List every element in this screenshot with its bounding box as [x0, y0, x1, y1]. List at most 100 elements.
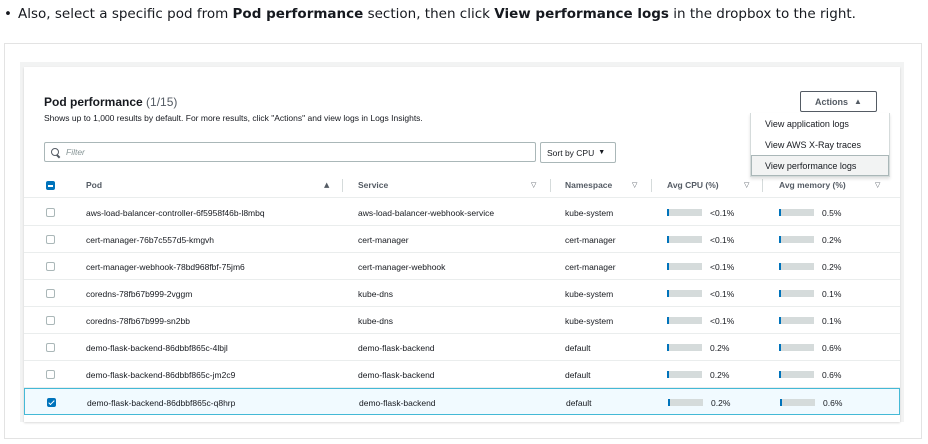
table-row[interactable]: demo-flask-backend-86dbbf865c-jm2c9 demo-…	[24, 361, 900, 388]
menu-item-view-application-logs[interactable]: View application logs	[751, 113, 889, 134]
cpu-usage-bar	[667, 290, 702, 297]
service-cell: demo-flask-backend	[358, 370, 435, 380]
instruction-bold-view-performance-logs: View performance logs	[494, 6, 669, 22]
memory-usage-fill	[779, 209, 781, 216]
table-row[interactable]: demo-flask-backend-86dbbf865c-4lbjl demo-…	[24, 334, 900, 361]
cpu-usage-bar	[668, 399, 703, 406]
memory-usage-fill	[780, 399, 782, 406]
memory-usage-fill	[779, 344, 781, 351]
cpu-usage-fill	[667, 209, 669, 216]
service-cell: demo-flask-backend	[358, 343, 435, 353]
row-checkbox[interactable]	[46, 289, 55, 298]
cpu-usage-fill	[667, 263, 669, 270]
cpu-usage-fill	[667, 236, 669, 243]
sort-icon[interactable]: ▽	[632, 181, 637, 189]
filter-input[interactable]	[66, 147, 506, 157]
service-cell: kube-dns	[358, 289, 393, 299]
service-cell: demo-flask-backend	[359, 398, 436, 408]
row-checkbox[interactable]	[46, 208, 55, 217]
pod-name-cell: coredns-78fb67b999-2vggm	[86, 289, 193, 299]
cpu-usage-fill	[667, 371, 669, 378]
cpu-usage-bar	[667, 371, 702, 378]
avg-cpu-cell: <0.1%	[710, 289, 735, 299]
namespace-cell: default	[566, 398, 592, 408]
cpu-usage-fill	[667, 317, 669, 324]
caret-up-icon: ▲	[854, 97, 862, 106]
table-row[interactable]: demo-flask-backend-86dbbf865c-q8hrp demo-…	[24, 388, 900, 415]
pod-name-cell: demo-flask-backend-86dbbf865c-q8hrp	[87, 398, 236, 408]
row-checkbox[interactable]	[46, 370, 55, 379]
memory-usage-bar	[779, 290, 814, 297]
avg-memory-cell: 0.2%	[822, 262, 842, 272]
namespace-cell: cert-manager	[565, 262, 616, 272]
service-cell: kube-dns	[358, 316, 393, 326]
actions-button[interactable]: Actions ▲	[800, 91, 877, 112]
pod-name-cell: coredns-78fb67b999-sn2bb	[86, 316, 190, 326]
namespace-cell: kube-system	[565, 316, 614, 326]
avg-memory-cell: 0.1%	[822, 289, 842, 299]
cpu-usage-fill	[667, 344, 669, 351]
column-header-avg-memory[interactable]: Avg memory (%)	[779, 180, 846, 190]
cpu-usage-bar	[667, 263, 702, 270]
namespace-cell: cert-manager	[565, 235, 616, 245]
memory-usage-bar	[779, 371, 814, 378]
column-header-pod[interactable]: Pod	[86, 180, 102, 190]
menu-item-view-performance-logs[interactable]: View performance logs	[751, 155, 889, 176]
column-divider	[342, 179, 343, 192]
avg-cpu-cell: 0.2%	[710, 370, 730, 380]
select-all-checkbox[interactable]	[46, 181, 55, 190]
instruction-text: • Also, select a specific pod from Pod pe…	[4, 6, 856, 22]
namespace-cell: kube-system	[565, 289, 614, 299]
row-checkbox[interactable]	[46, 316, 55, 325]
table-row[interactable]: cert-manager-webhook-78bd968fbf-75jm6 cer…	[24, 253, 900, 280]
column-header-namespace[interactable]: Namespace	[565, 180, 612, 190]
row-checkbox[interactable]	[46, 262, 55, 271]
row-checkbox[interactable]	[47, 398, 56, 407]
instruction-prefix: Also, select a specific pod from	[18, 6, 229, 22]
service-cell: cert-manager-webhook	[358, 262, 446, 272]
card-title-text: Pod performance	[44, 95, 143, 109]
memory-usage-bar	[779, 209, 814, 216]
sort-by-cpu-dropdown[interactable]: Sort by CPU ▼	[540, 142, 616, 163]
selection-count: (1/15)	[146, 95, 178, 109]
avg-cpu-cell: <0.1%	[710, 316, 735, 326]
column-header-service[interactable]: Service	[358, 180, 388, 190]
cpu-usage-fill	[667, 290, 669, 297]
pod-name-cell: cert-manager-76b7c557d5-kmgvh	[86, 235, 215, 245]
memory-usage-bar	[779, 317, 814, 324]
instruction-bold-pod-performance: Pod performance	[232, 6, 364, 22]
card-title: Pod performance (1/15)	[44, 95, 177, 109]
row-checkbox[interactable]	[46, 235, 55, 244]
cpu-usage-bar	[667, 209, 702, 216]
column-header-avg-cpu[interactable]: Avg CPU (%)	[667, 180, 719, 190]
table-row[interactable]: aws-load-balancer-controller-6f5958f46b-…	[24, 199, 900, 226]
avg-memory-cell: 0.2%	[822, 235, 842, 245]
avg-memory-cell: 0.5%	[822, 208, 842, 218]
filter-field[interactable]	[44, 142, 536, 162]
memory-usage-fill	[779, 263, 781, 270]
cpu-usage-bar	[667, 236, 702, 243]
cpu-usage-bar	[667, 344, 702, 351]
avg-memory-cell: 0.6%	[822, 370, 842, 380]
sort-label: Sort by CPU	[547, 147, 595, 158]
sort-icon[interactable]: ▽	[744, 181, 749, 189]
sort-icon[interactable]: ▽	[875, 181, 880, 189]
table-row[interactable]: coredns-78fb67b999-2vggm kube-dns kube-sys…	[24, 280, 900, 307]
row-checkbox[interactable]	[46, 343, 55, 352]
service-cell: aws-load-balancer-webhook-service	[358, 208, 495, 218]
table-row[interactable]: coredns-78fb67b999-sn2bb kube-dns kube-sys…	[24, 307, 900, 334]
pod-name-cell: demo-flask-backend-86dbbf865c-jm2c9	[86, 370, 236, 380]
memory-usage-bar	[780, 399, 815, 406]
namespace-cell: default	[565, 370, 591, 380]
service-cell: cert-manager	[358, 235, 409, 245]
avg-cpu-cell: <0.1%	[710, 235, 735, 245]
pod-name-cell: demo-flask-backend-86dbbf865c-4lbjl	[86, 343, 228, 353]
menu-item-view-xray-traces[interactable]: View AWS X-Ray traces	[751, 134, 889, 155]
namespace-cell: default	[565, 343, 591, 353]
sort-icon[interactable]: ▽	[531, 181, 536, 189]
sort-ascending-icon[interactable]: ▲	[324, 181, 329, 189]
memory-usage-bar	[779, 236, 814, 243]
memory-usage-bar	[779, 263, 814, 270]
bullet-icon: •	[4, 6, 12, 22]
table-row[interactable]: cert-manager-76b7c557d5-kmgvh cert-manage…	[24, 226, 900, 253]
